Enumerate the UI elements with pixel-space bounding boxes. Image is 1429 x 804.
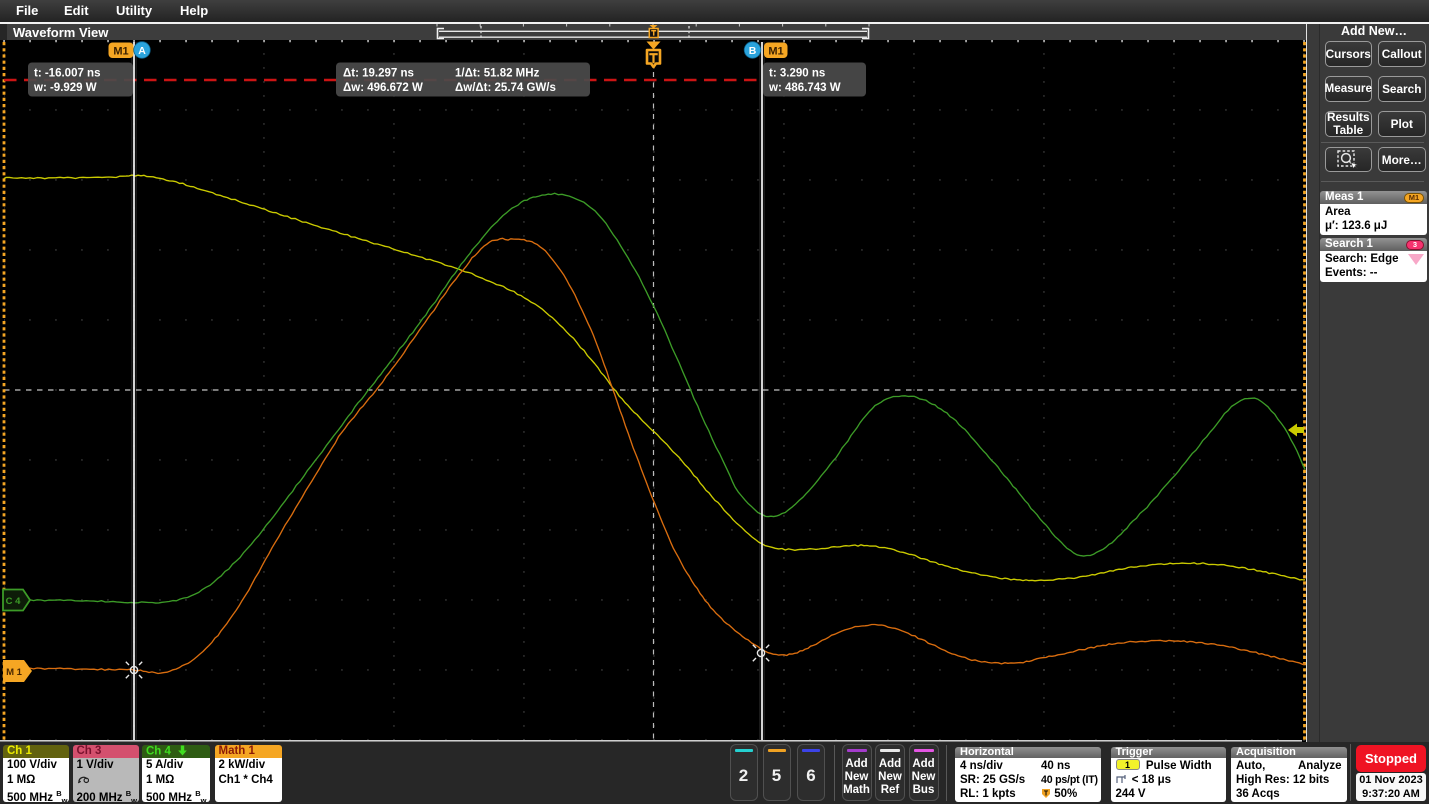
svg-text:M1: M1 (768, 45, 783, 57)
svg-text:Δw/Δt: 25.74 GW/s: Δw/Δt: 25.74 GW/s (455, 82, 556, 94)
svg-text:t: 3.290 ns: t: 3.290 ns (769, 68, 825, 80)
svg-text:M1: M1 (113, 45, 128, 57)
svg-text:A: A (138, 45, 146, 57)
svg-text:M 1: M 1 (6, 667, 23, 678)
svg-text:Δt: 19.297 ns: Δt: 19.297 ns (343, 68, 414, 80)
svg-text:w: 486.743 W: w: 486.743 W (768, 82, 841, 94)
svg-text:C 4: C 4 (6, 596, 22, 607)
svg-text:B: B (749, 45, 757, 57)
svg-text:Δw: 496.672 W: Δw: 496.672 W (343, 82, 423, 94)
svg-text:w: -9.929 W: w: -9.929 W (33, 82, 97, 94)
svg-text:t: -16.007 ns: t: -16.007 ns (34, 68, 100, 80)
svg-text:T: T (1044, 791, 1049, 798)
svg-text:1/Δt: 51.82 MHz: 1/Δt: 51.82 MHz (455, 68, 540, 80)
